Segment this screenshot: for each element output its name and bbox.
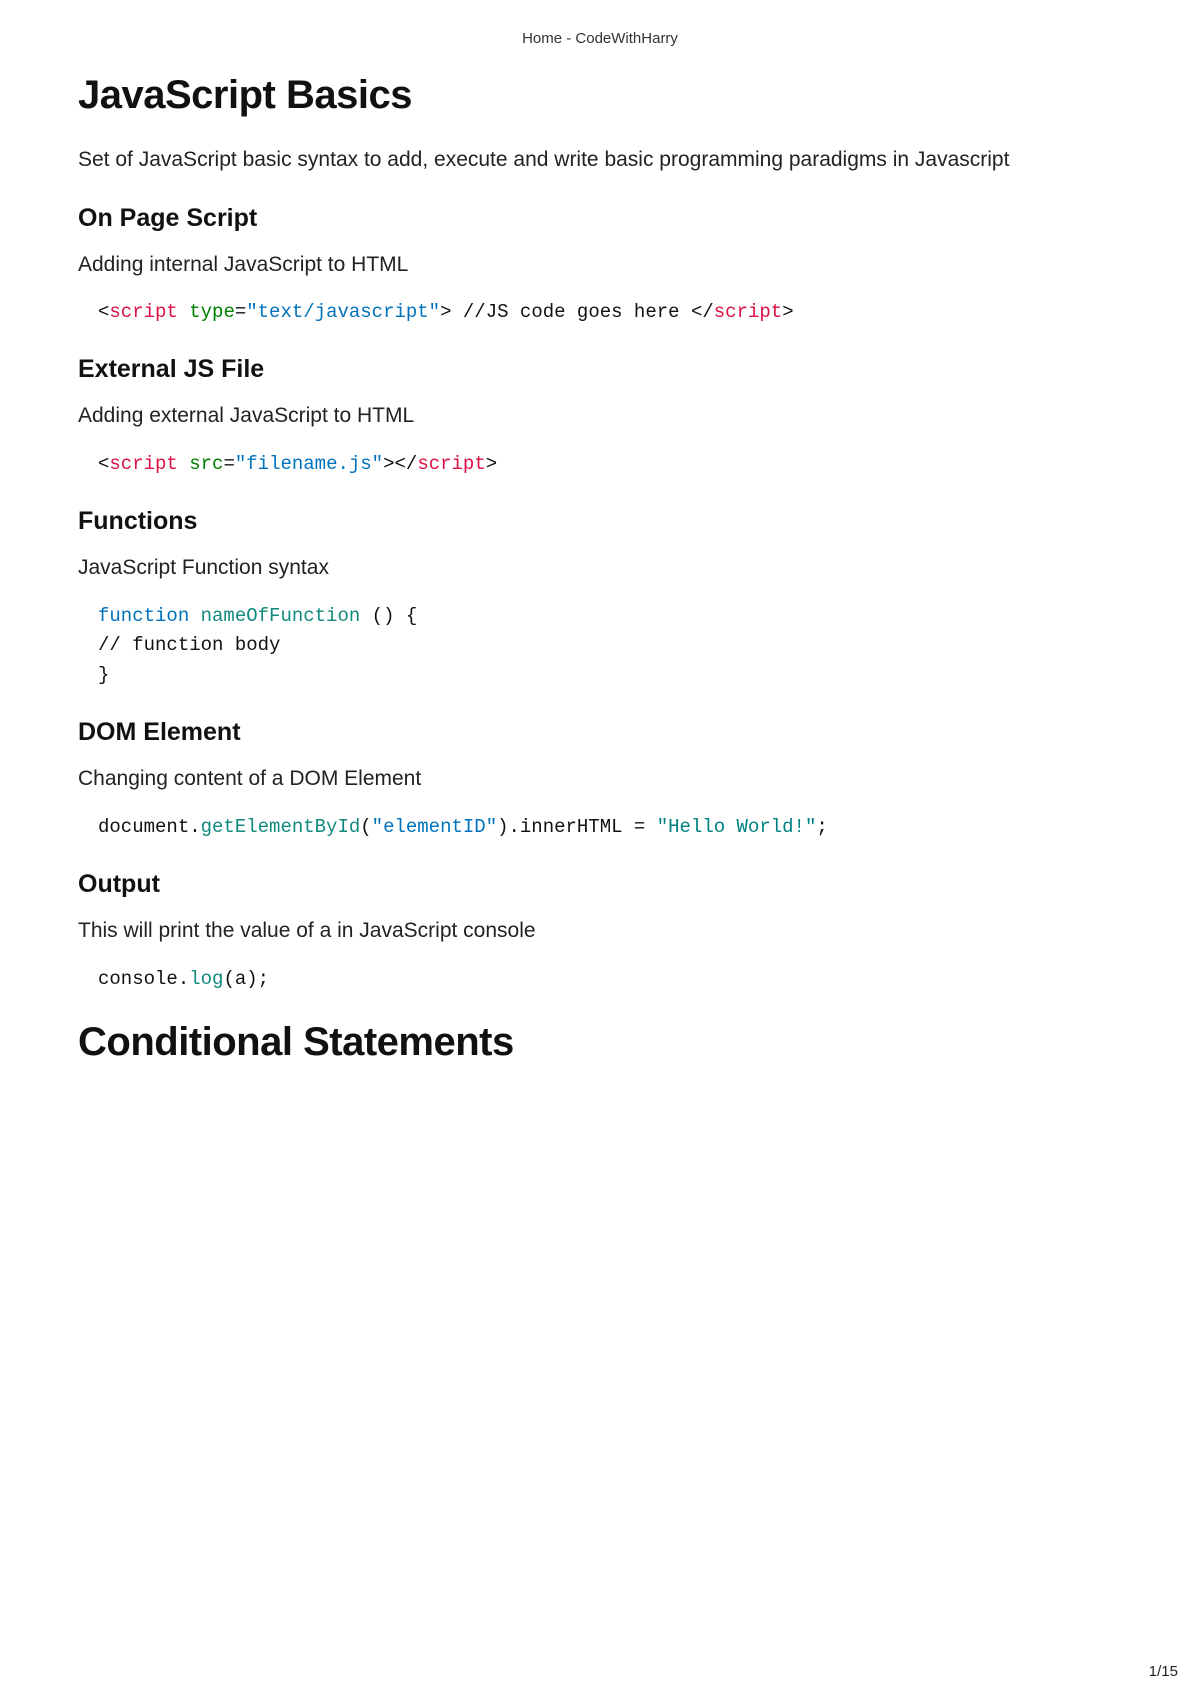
desc-functions: JavaScript Function syntax bbox=[78, 552, 1122, 584]
heading-js-basics: JavaScript Basics bbox=[78, 73, 1122, 118]
code-external-js: <script src="filename.js"></script> bbox=[98, 450, 1122, 479]
code-token: > bbox=[383, 453, 394, 475]
code-token: ( bbox=[360, 816, 371, 838]
code-token: </ bbox=[691, 301, 714, 323]
heading-conditional-statements: Conditional Statements bbox=[78, 1020, 1122, 1065]
code-token: "elementID" bbox=[372, 816, 497, 838]
heading-on-page-script: On Page Script bbox=[78, 204, 1122, 233]
page-number: 1/15 bbox=[1149, 1663, 1178, 1680]
desc-on-page-script: Adding internal JavaScript to HTML bbox=[78, 249, 1122, 281]
code-token: "text/javascript" bbox=[246, 301, 440, 323]
code-token: "Hello World!" bbox=[657, 816, 817, 838]
desc-output: This will print the value of a in JavaSc… bbox=[78, 915, 1122, 947]
code-token: getElementById bbox=[201, 816, 361, 838]
code-token: () { bbox=[360, 605, 417, 627]
code-token: = bbox=[223, 453, 234, 475]
code-token: = bbox=[235, 301, 246, 323]
code-token: > bbox=[440, 301, 451, 323]
code-token: // function body bbox=[98, 634, 292, 656]
code-token: </ bbox=[395, 453, 418, 475]
code-token bbox=[178, 301, 189, 323]
code-token: script bbox=[109, 301, 177, 323]
code-token: ).innerHTML = bbox=[497, 816, 657, 838]
desc-dom-element: Changing content of a DOM Element bbox=[78, 763, 1122, 795]
desc-js-basics: Set of JavaScript basic syntax to add, e… bbox=[78, 144, 1122, 176]
code-token: src bbox=[189, 453, 223, 475]
code-on-page-script: <script type="text/javascript"> //JS cod… bbox=[98, 298, 1122, 327]
code-token: script bbox=[109, 453, 177, 475]
code-output: console.log(a); bbox=[98, 965, 1122, 994]
code-token: type bbox=[189, 301, 235, 323]
heading-functions: Functions bbox=[78, 507, 1122, 536]
code-token: //JS code goes here bbox=[452, 301, 691, 323]
desc-external-js: Adding external JavaScript to HTML bbox=[78, 400, 1122, 432]
code-token: ; bbox=[816, 816, 827, 838]
code-token bbox=[189, 605, 200, 627]
code-token: > bbox=[486, 453, 497, 475]
code-token: log bbox=[189, 968, 223, 990]
code-token: } bbox=[98, 664, 109, 686]
code-token: nameOfFunction bbox=[201, 605, 361, 627]
code-token: < bbox=[98, 301, 109, 323]
code-dom-element: document.getElementById("elementID").inn… bbox=[98, 813, 1122, 842]
heading-dom-element: DOM Element bbox=[78, 718, 1122, 747]
heading-external-js: External JS File bbox=[78, 355, 1122, 384]
code-token: document. bbox=[98, 816, 201, 838]
code-token: < bbox=[98, 453, 109, 475]
code-functions: function nameOfFunction () { // function… bbox=[98, 602, 1122, 690]
page: Home - CodeWithHarry JavaScript Basics S… bbox=[0, 0, 1200, 1698]
code-token: "filename.js" bbox=[235, 453, 383, 475]
heading-output: Output bbox=[78, 870, 1122, 899]
site-header: Home - CodeWithHarry bbox=[78, 30, 1122, 47]
code-token: > bbox=[782, 301, 793, 323]
code-token: (a); bbox=[223, 968, 269, 990]
code-token bbox=[178, 453, 189, 475]
code-token: function bbox=[98, 605, 189, 627]
code-token: script bbox=[417, 453, 485, 475]
code-token: console. bbox=[98, 968, 189, 990]
code-token: script bbox=[714, 301, 782, 323]
